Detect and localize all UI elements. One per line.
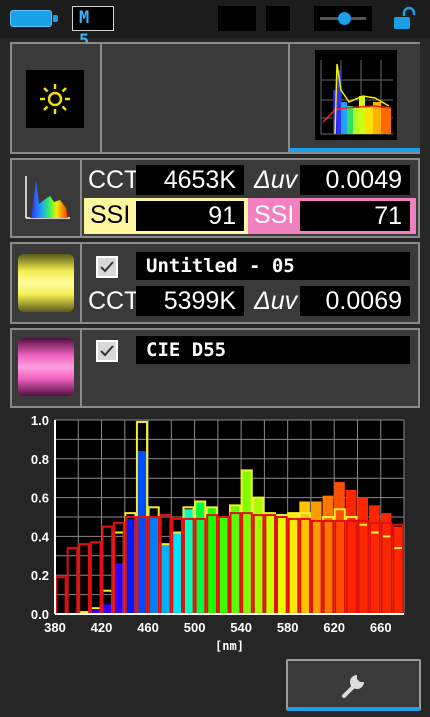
y-tick-label: 0.4 xyxy=(31,529,50,544)
reference-1-duv-label: Δuv xyxy=(254,287,298,315)
reference-2-checkbox[interactable] xyxy=(96,340,118,362)
status-slot-2 xyxy=(266,6,290,31)
spectrum-chart: 0.00.20.40.60.81.0380 420 460 500 540 580 620 6… xyxy=(31,413,405,653)
y-tick-label: 1.0 xyxy=(31,413,49,428)
wireless-dial-icon xyxy=(314,6,372,31)
x-tick-label: 540 xyxy=(230,620,252,635)
x-tick-label: 420 xyxy=(91,620,113,635)
reference-1-swatch xyxy=(18,254,74,312)
x-axis-label: [nm] xyxy=(215,639,244,653)
measurement-icon-cell xyxy=(12,160,82,236)
ssi-label-ref2: SSI xyxy=(250,201,300,231)
ssi-value-ref1: 91 xyxy=(136,201,244,231)
reference-1-swatch-cell[interactable] xyxy=(12,244,82,322)
x-tick-label: 580 xyxy=(277,620,299,635)
y-tick-label: 0.8 xyxy=(31,452,49,467)
settings-button[interactable] xyxy=(286,659,421,711)
sun-icon xyxy=(26,70,84,128)
status-slot-1 xyxy=(218,6,256,31)
reference-2-swatch-cell[interactable] xyxy=(12,330,82,406)
spectrum-thumbnail-icon xyxy=(315,50,397,140)
status-bar: M 5 xyxy=(0,0,430,51)
mode-slot-lower xyxy=(100,98,288,152)
x-tick-label: 620 xyxy=(323,620,345,635)
y-tick-label: 0.2 xyxy=(31,568,49,583)
display-mode-button[interactable] xyxy=(288,44,420,152)
wrench-icon xyxy=(342,675,364,698)
spectrum-icon xyxy=(22,174,72,222)
reference-1-checkbox[interactable] xyxy=(96,256,118,278)
reference-1-name[interactable]: Untitled - 05 xyxy=(136,252,410,280)
reference-2-swatch xyxy=(18,338,74,396)
ssi-label-ref1: SSI xyxy=(86,201,134,231)
battery-icon xyxy=(10,10,58,27)
reference-2-name[interactable]: CIE D55 xyxy=(136,336,410,364)
cct-label: CCT xyxy=(88,166,140,194)
mode-button[interactable] xyxy=(12,44,98,152)
y-tick-label: 0.6 xyxy=(31,491,49,506)
cct-value: 4653K xyxy=(136,165,244,195)
x-tick-label: 500 xyxy=(184,620,206,635)
reference-1-cct-label: CCT xyxy=(88,287,140,315)
x-tick-label: 660 xyxy=(370,620,392,635)
x-tick-label: 380 xyxy=(44,620,66,635)
memory-indicator[interactable]: M 5 xyxy=(72,6,114,51)
reference-1-duv-value: 0.0069 xyxy=(300,286,410,316)
duv-value: 0.0049 xyxy=(300,165,410,195)
ssi-value-ref2: 71 xyxy=(300,201,410,231)
x-tick-label: 460 xyxy=(137,620,159,635)
duv-label: Δuv xyxy=(254,166,298,194)
unlock-icon[interactable] xyxy=(386,6,420,31)
reference-1-cct-value: 5399K xyxy=(136,286,244,316)
mode-slot-upper xyxy=(100,44,288,100)
